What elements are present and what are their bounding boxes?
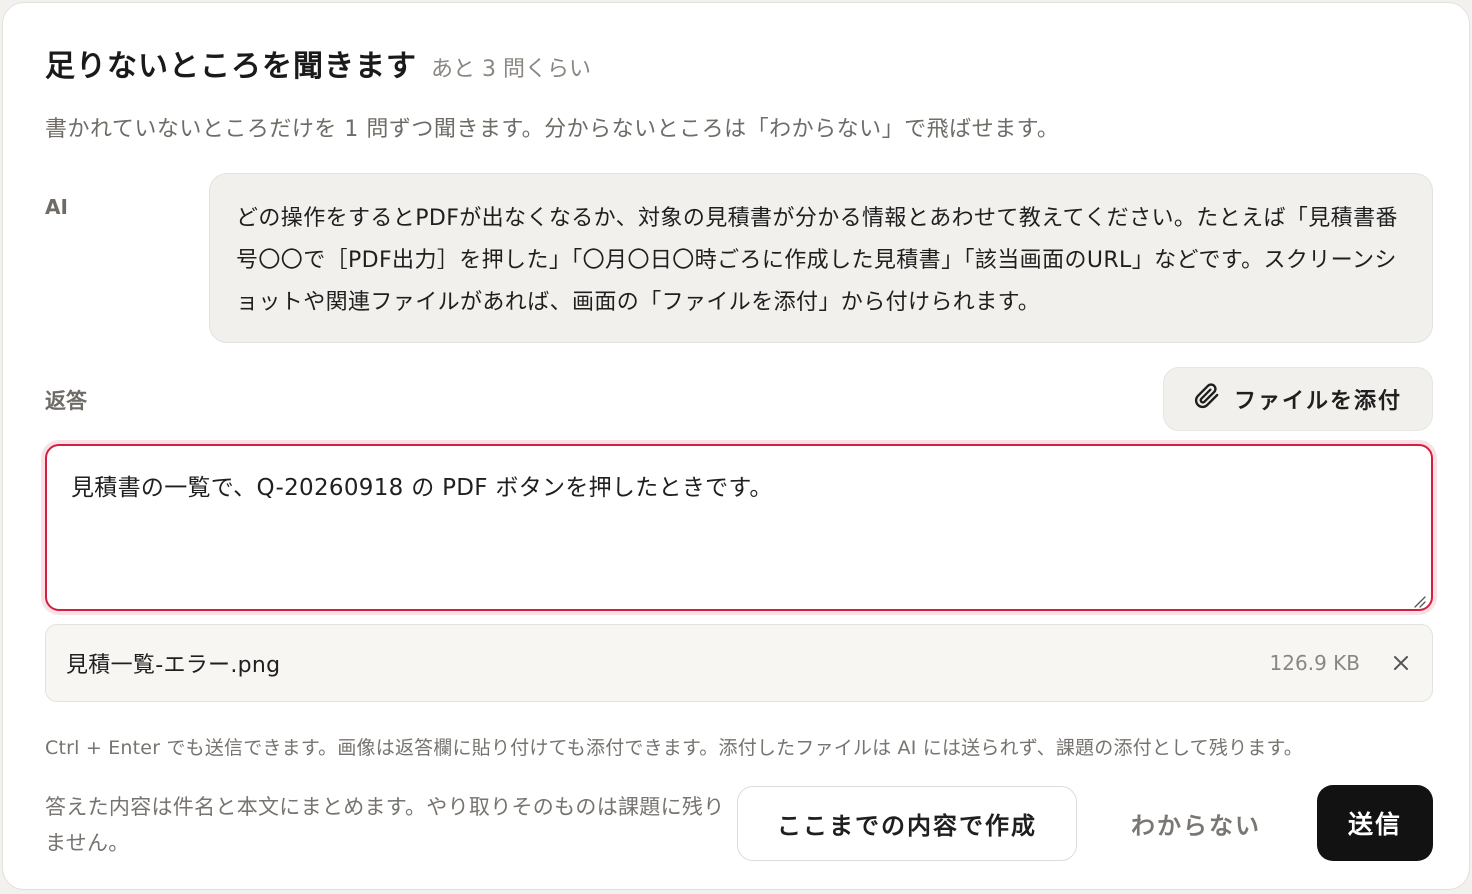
dont-know-button[interactable]: わからない (1103, 786, 1289, 861)
attached-file: 見積一覧-エラー.png 126.9 KB (45, 624, 1433, 702)
question-card: 足りないところを聞きます あと 3 問くらい 書かれていないところだけを 1 問… (2, 2, 1470, 890)
resize-grip-icon[interactable] (1411, 589, 1427, 608)
create-with-current-button[interactable]: ここまでの内容で作成 (737, 786, 1077, 861)
paperclip-icon (1194, 383, 1220, 415)
attach-file-label: ファイルを添付 (1233, 389, 1402, 414)
reply-textarea[interactable]: 見積書の一覧で、Q-20260918 の PDF ボタンを押したときです。 (45, 444, 1433, 611)
attach-file-button[interactable]: ファイルを添付 (1163, 367, 1433, 431)
footer-note: 答えた内容は件名と本文にまとめます。やり取りそのものは課題に残りません。 (45, 795, 725, 855)
keyboard-hint: Ctrl + Enter でも送信できます。画像は返答欄に貼り付けても添付できま… (45, 737, 1303, 759)
reply-text: 見積書の一覧で、Q-20260918 の PDF ボタンを押したときです。 (71, 475, 773, 501)
remaining-count: あと 3 問くらい (431, 57, 591, 82)
header: 足りないところを聞きます あと 3 問くらい (45, 41, 591, 85)
ai-label: AI (45, 195, 68, 219)
file-size: 126.9 KB (1269, 651, 1360, 675)
reply-label: 返答 (45, 389, 87, 413)
ai-message: どの操作をするとPDFが出なくなるか、対象の見積書が分かる情報とあわせて教えてく… (209, 173, 1433, 343)
send-button[interactable]: 送信 (1317, 785, 1433, 861)
description: 書かれていないところだけを 1 問ずつ聞きます。分からないところは「わからない」… (45, 117, 1060, 142)
page-title: 足りないところを聞きます (45, 49, 417, 84)
file-name: 見積一覧-エラー.png (66, 653, 281, 678)
close-icon[interactable] (1390, 652, 1412, 674)
